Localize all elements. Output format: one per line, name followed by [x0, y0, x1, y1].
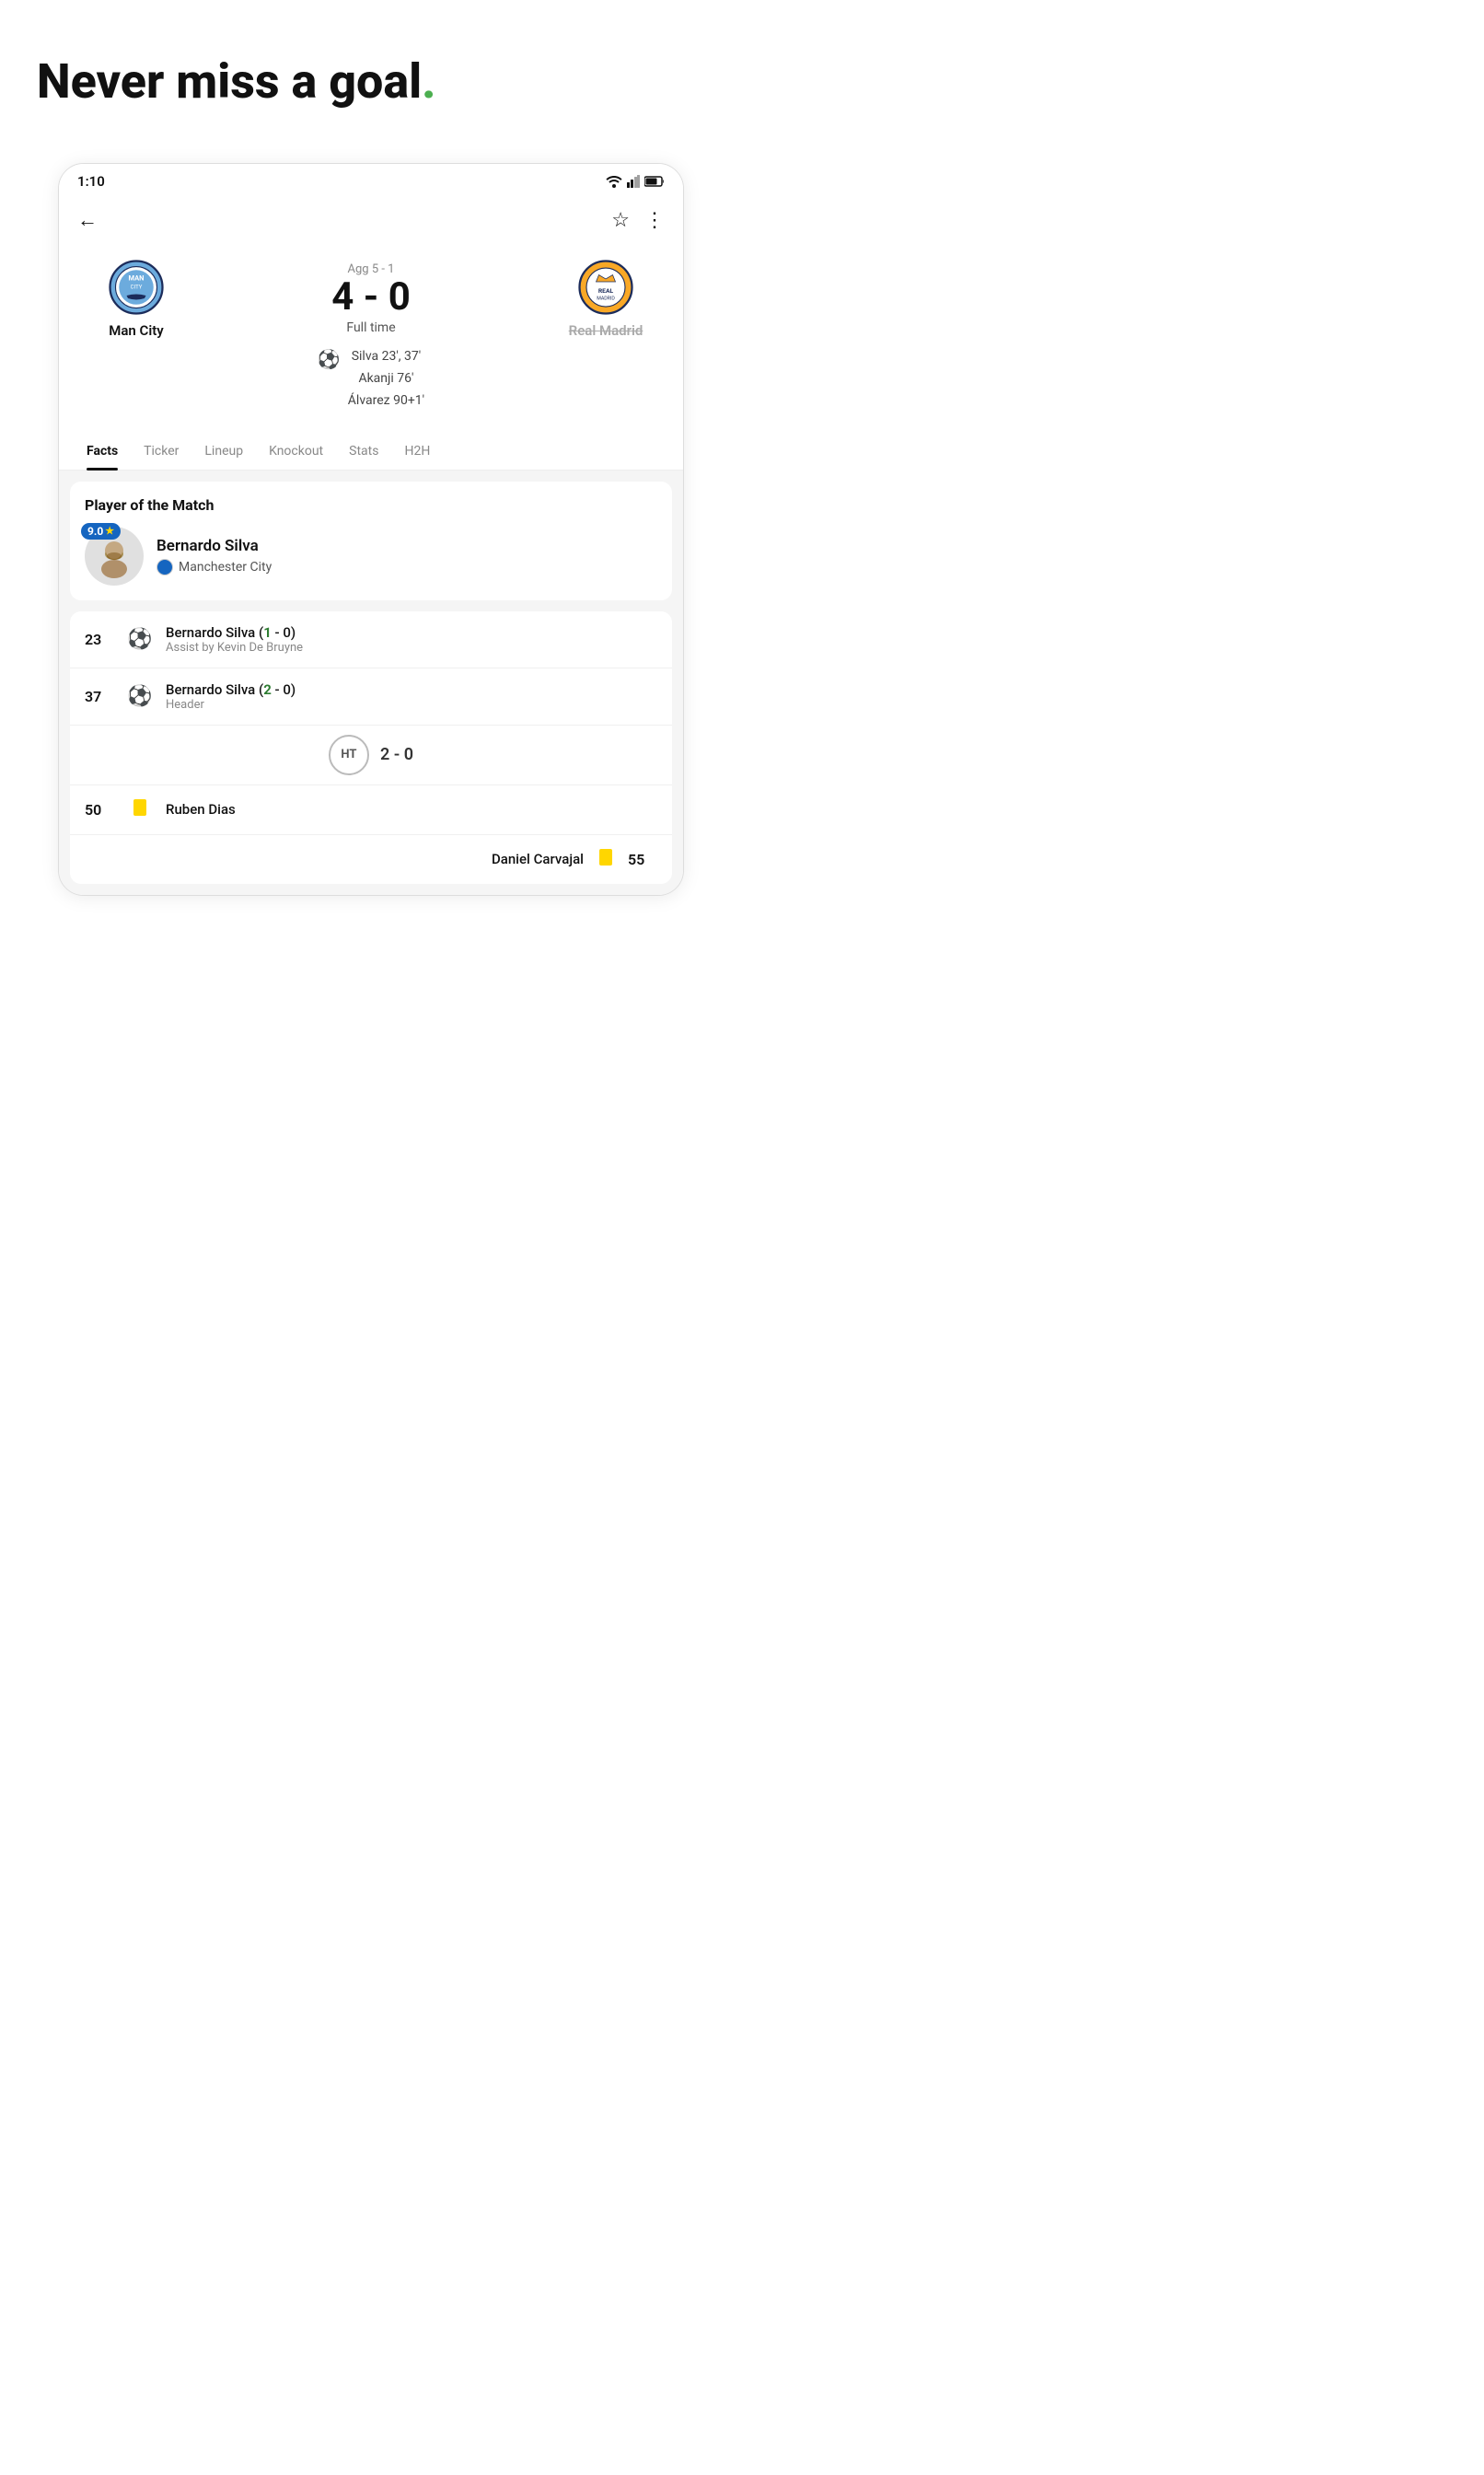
match-header: MAN CITY Man City Agg 5 - 1 4 - 0 Full t… — [59, 243, 683, 424]
yellow-card-icon-55 — [599, 849, 612, 866]
player-club: Manchester City — [157, 559, 272, 575]
tab-ticker[interactable]: Ticker — [131, 433, 191, 470]
home-team-logo: MAN CITY — [107, 258, 166, 317]
score-section: Agg 5 - 1 4 - 0 Full time — [331, 262, 411, 335]
teams-row: MAN CITY Man City Agg 5 - 1 4 - 0 Full t… — [81, 258, 661, 339]
event-details-37: Bernardo Silva (2 - 0) Header — [166, 681, 657, 712]
event-minute-37: 37 — [85, 688, 114, 705]
event-row-50: 50 Ruben Dias — [70, 785, 672, 835]
back-button[interactable]: ← — [74, 204, 101, 236]
tabs: Facts Ticker Lineup Knockout Stats H2H — [59, 433, 683, 471]
player-face-icon — [92, 534, 136, 578]
event-minute-55: 55 — [628, 851, 657, 868]
event-player-37: Bernardo Silva (2 - 0) — [166, 681, 657, 698]
tab-stats[interactable]: Stats — [336, 433, 391, 470]
event-player-50: Ruben Dias — [166, 801, 657, 818]
favorite-button[interactable]: ☆ — [611, 209, 630, 232]
potm-title: Player of the Match — [85, 496, 657, 514]
event-row-23: 23 ⚽ Bernardo Silva (1 - 0) Assist by Ke… — [70, 611, 672, 668]
tab-knockout[interactable]: Knockout — [256, 433, 336, 470]
event-icon-goal-23: ⚽ — [127, 628, 153, 651]
ht-score: 2 - 0 — [380, 745, 413, 764]
goals-list: Silva 23', 37' Akanji 76' Álvarez 90+1' — [348, 346, 424, 412]
top-bar-right: ☆ ⋮ — [611, 209, 665, 232]
wifi-icon — [606, 175, 622, 188]
svg-text:MAN: MAN — [129, 274, 145, 283]
man-city-badge: MAN CITY — [109, 260, 164, 315]
event-icon-yellow-50 — [127, 798, 153, 821]
event-type-37: Header — [166, 698, 657, 712]
svg-text:REAL: REAL — [598, 287, 614, 295]
away-team-name: Real Madrid — [569, 322, 643, 339]
top-bar: ← ☆ ⋮ — [59, 197, 683, 243]
away-team: REAL MADRID Real Madrid — [551, 258, 661, 339]
more-options-button[interactable]: ⋮ — [644, 209, 665, 232]
player-avatar-wrap: 9.0 ★ — [85, 527, 144, 586]
potm-player: 9.0 ★ Bernardo Silva Manchester City — [85, 527, 657, 586]
events-card: 23 ⚽ Bernardo Silva (1 - 0) Assist by Ke… — [70, 611, 672, 884]
tab-facts[interactable]: Facts — [74, 433, 131, 470]
real-madrid-badge: REAL MADRID — [578, 260, 633, 315]
event-row-37: 37 ⚽ Bernardo Silva (2 - 0) Header — [70, 668, 672, 726]
home-team: MAN CITY Man City — [81, 258, 191, 339]
match-status: Full time — [346, 320, 395, 335]
status-time: 1:10 — [77, 173, 105, 190]
goals-row: ⚽ Silva 23', 37' Akanji 76' Álvarez 90+1… — [81, 339, 661, 415]
phone-mockup: 1:10 — [58, 163, 684, 895]
halftime-row: HT 2 - 0 — [70, 726, 672, 784]
tab-lineup[interactable]: Lineup — [191, 433, 256, 470]
away-team-logo: REAL MADRID — [576, 258, 635, 317]
hero-title: Never miss a goal. — [37, 55, 705, 108]
potm-card: Player of the Match — [70, 482, 672, 600]
main-score: 4 - 0 — [331, 278, 411, 317]
player-name: Bernardo Silva — [157, 537, 272, 555]
yellow-card-icon — [133, 799, 146, 816]
ht-badge: HT — [329, 735, 369, 775]
signal-icon — [627, 175, 640, 188]
event-minute-23: 23 — [85, 631, 114, 648]
svg-text:MADRID: MADRID — [597, 296, 615, 302]
rating-badge: 9.0 ★ — [81, 523, 121, 540]
svg-text:CITY: CITY — [131, 285, 143, 291]
tab-h2h[interactable]: H2H — [391, 433, 443, 470]
home-team-name: Man City — [109, 322, 163, 339]
event-player-55: Daniel Carvajal — [492, 851, 584, 867]
battery-icon — [644, 176, 665, 187]
content-area: Player of the Match — [59, 471, 683, 895]
club-badge-icon — [157, 559, 173, 575]
event-details-23: Bernardo Silva (1 - 0) Assist by Kevin D… — [166, 624, 657, 655]
event-details-50: Ruben Dias — [166, 801, 657, 818]
goal-ball-icon: ⚽ — [318, 348, 341, 370]
event-icon-goal-37: ⚽ — [127, 685, 153, 708]
status-icons — [606, 175, 665, 188]
event-player-23: Bernardo Silva (1 - 0) — [166, 624, 657, 641]
event-icon-yellow-55 — [593, 848, 619, 871]
event-row-55: Daniel Carvajal 55 — [70, 835, 672, 884]
event-assist-23: Assist by Kevin De Bruyne — [166, 641, 657, 655]
player-info: Bernardo Silva Manchester City — [157, 537, 272, 575]
status-bar: 1:10 — [59, 164, 683, 197]
event-minute-50: 50 — [85, 801, 114, 819]
